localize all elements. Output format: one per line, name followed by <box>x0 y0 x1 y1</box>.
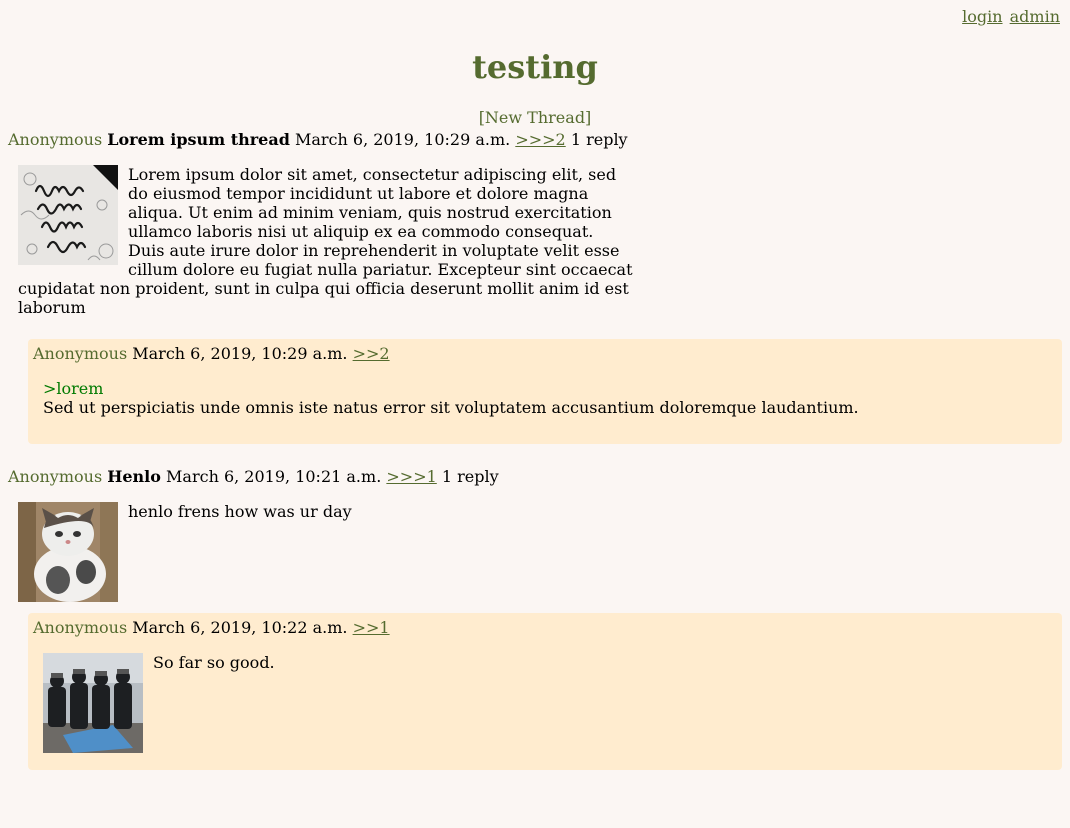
thread-subject: Henlo <box>107 467 161 486</box>
thread-subject: Lorem ipsum thread <box>107 130 290 149</box>
lorem-ipsum-lettering-image[interactable] <box>18 165 118 265</box>
thread: Anonymous Lorem ipsum thread March 6, 20… <box>8 130 1062 317</box>
reply-post: Anonymous March 6, 2019, 10:29 a.m. >>2 … <box>28 339 1062 444</box>
reply-count: 1 reply <box>441 467 499 486</box>
board-title: testing <box>472 48 598 86</box>
poster-name: Anonymous <box>8 130 103 149</box>
top-nav: login admin <box>960 7 1060 26</box>
post-body: So far so good. <box>43 653 1062 757</box>
post-link[interactable]: >>1 <box>353 618 390 637</box>
post-header: Anonymous Lorem ipsum thread March 6, 20… <box>8 130 1062 150</box>
cat-photo-image[interactable] <box>18 502 118 602</box>
greentext-quote: >lorem <box>43 379 104 398</box>
post-body: >lorem Sed ut perspiciatis unde omnis is… <box>43 379 1062 417</box>
post-body: Lorem ipsum dolor sit amet, consectetur … <box>18 165 634 317</box>
post-date: March 6, 2019, 10:22 a.m. <box>132 618 348 637</box>
reply-count: 1 reply <box>570 130 628 149</box>
post-text: So far so good. <box>153 653 275 672</box>
reply-post: Anonymous March 6, 2019, 10:22 a.m. >>1 <box>28 613 1062 770</box>
post-date: March 6, 2019, 10:29 a.m. <box>294 130 511 149</box>
post-text: henlo frens how was ur day <box>128 502 352 521</box>
thread-link[interactable]: >>>1 <box>386 467 436 486</box>
post-header: Anonymous March 6, 2019, 10:29 a.m. >>2 <box>33 344 1062 364</box>
post-link[interactable]: >>2 <box>353 344 390 363</box>
post-body: henlo frens how was ur day <box>18 502 634 606</box>
poster-name: Anonymous <box>8 467 103 486</box>
thread: Anonymous Henlo March 6, 2019, 10:21 a.m… <box>8 467 1062 606</box>
post-header: Anonymous March 6, 2019, 10:22 a.m. >>1 <box>33 618 1062 638</box>
post-date: March 6, 2019, 10:29 a.m. <box>132 344 348 363</box>
post-date: March 6, 2019, 10:21 a.m. <box>166 467 382 486</box>
new-thread-link[interactable]: [New Thread] <box>0 108 1070 127</box>
post-header: Anonymous Henlo March 6, 2019, 10:21 a.m… <box>8 467 1062 487</box>
admin-link[interactable]: admin <box>1010 7 1060 26</box>
police-photo-image[interactable] <box>43 653 143 753</box>
login-link[interactable]: login <box>962 7 1002 26</box>
poster-name: Anonymous <box>33 344 128 363</box>
post-text: Sed ut perspiciatis unde omnis iste natu… <box>43 398 859 417</box>
thread-link[interactable]: >>>2 <box>515 130 565 149</box>
poster-name: Anonymous <box>33 618 128 637</box>
